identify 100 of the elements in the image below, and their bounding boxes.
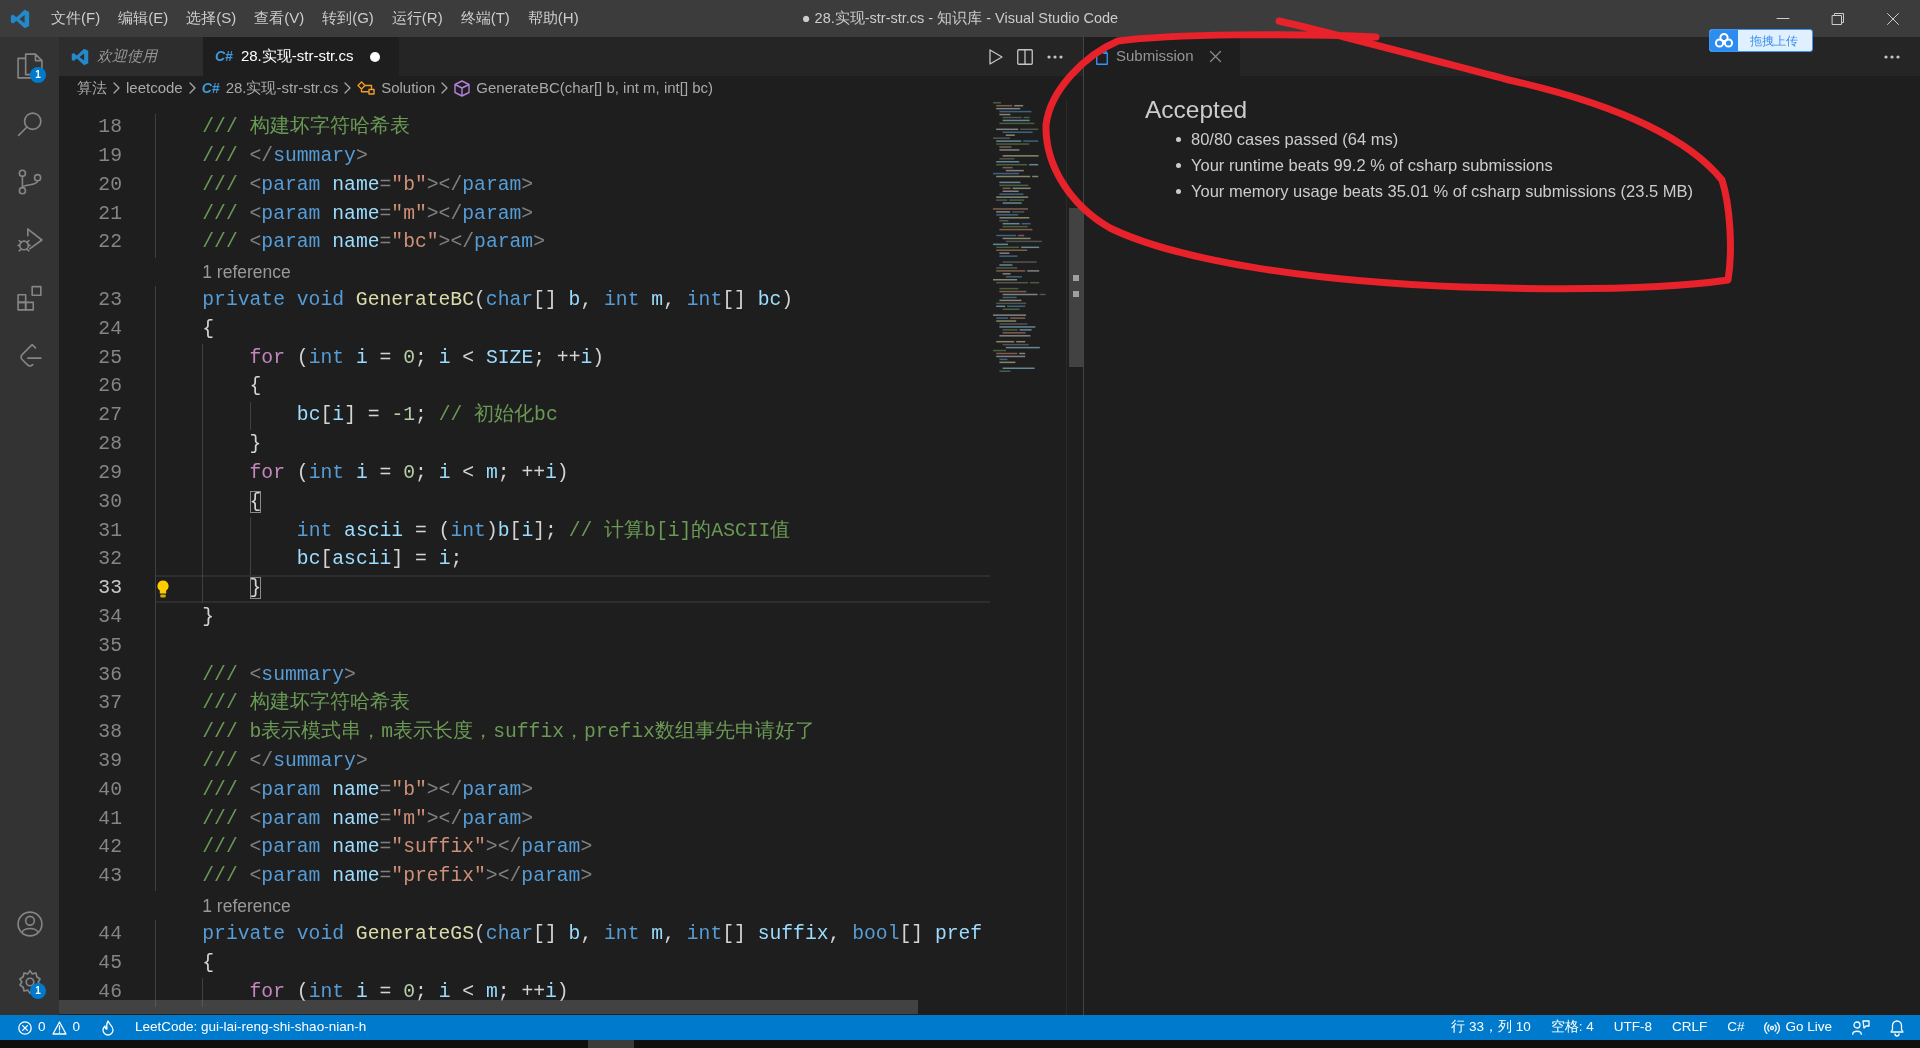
line-number: 31: [98, 518, 122, 544]
line-number: 39: [98, 749, 122, 774]
logo-icon: [71, 47, 89, 66]
csharp-icon: C#: [215, 46, 233, 67]
result-text: Your memory usage beats 35.01 % of csharp submissions (23.5 MB): [1191, 180, 1693, 202]
menu-item[interactable]: 文件(F): [51, 7, 101, 30]
split-editor-icon[interactable]: [1017, 48, 1033, 65]
line-number: 46: [98, 979, 122, 1005]
gear-icon[interactable]: [16, 969, 43, 995]
status-item[interactable]: 空格: 4: [1550, 1017, 1594, 1038]
line-number: 27: [98, 403, 122, 429]
codelens-link[interactable]: 1 reference: [202, 259, 291, 287]
line-number: 38: [98, 720, 122, 746]
code-line: /// </summary>: [202, 749, 368, 774]
line-number: 34: [98, 604, 122, 630]
status-item[interactable]: UTF-8: [1613, 1017, 1652, 1038]
csharp-icon: C#: [201, 77, 220, 99]
line-number: 37: [98, 691, 122, 717]
notification-badge: 1: [30, 67, 46, 83]
result-text: Your runtime beats 99.2 % of csharp submissions: [1191, 155, 1553, 177]
menu-item[interactable]: 运行(R): [391, 7, 443, 30]
line-number: 35: [98, 633, 122, 659]
breadcrumb-item[interactable]: GenerateBC(char[] b, int m, int[] bc): [476, 76, 714, 100]
menu-item[interactable]: 终端(T): [460, 7, 510, 30]
breadcrumb-item[interactable]: leetcode: [126, 76, 183, 100]
menu-item[interactable]: 编辑(E): [118, 7, 169, 30]
bell-icon[interactable]: [1890, 1019, 1904, 1036]
close-icon[interactable]: [1210, 51, 1222, 62]
code-line: /// 构建坏字符哈希表: [202, 690, 410, 717]
line-number: 18: [98, 115, 122, 141]
status-item[interactable]: Go Live: [1785, 1017, 1832, 1038]
class-icon: [357, 81, 376, 95]
status-item[interactable]: LeetCode: gui-lai-reng-shi-shao-nian-h: [135, 1017, 367, 1038]
ruler-mark: [1073, 291, 1079, 297]
status-item[interactable]: 行 33，列 10: [1451, 1017, 1531, 1038]
play-bug-icon[interactable]: [16, 227, 43, 253]
codelens-link[interactable]: 1 reference: [202, 893, 291, 921]
breadcrumb-item[interactable]: Solution: [381, 76, 436, 100]
line-number: 33: [98, 576, 122, 602]
more-icon[interactable]: [1047, 54, 1063, 59]
search-icon[interactable]: [16, 111, 43, 137]
more-icon[interactable]: [1884, 54, 1900, 59]
breadcrumb-item[interactable]: 28.实现-str-str.cs: [225, 76, 339, 100]
play-icon[interactable]: [989, 48, 1003, 65]
breadcrumb-item[interactable]: 算法: [77, 76, 107, 100]
files-icon[interactable]: [16, 53, 43, 79]
line-number: 30: [98, 489, 122, 515]
menu-item[interactable]: 选择(S): [186, 7, 237, 30]
code-line: /// <param name="bc"></param>: [202, 230, 545, 256]
error-icon[interactable]: [18, 1020, 32, 1035]
code-line: int ascii = (int)b[i]; // 计算b[i]的ASCII值: [296, 518, 791, 544]
extensions-icon[interactable]: [16, 285, 43, 311]
scrollbar-thumb[interactable]: [1069, 208, 1083, 367]
line-number: 19: [98, 143, 122, 169]
menu-item[interactable]: 转到(G): [322, 7, 374, 30]
warning-icon[interactable]: [51, 1020, 67, 1035]
line-number: 29: [98, 460, 122, 486]
document-icon: [1096, 48, 1108, 65]
warning-count[interactable]: 0: [72, 1017, 81, 1038]
code-line: }: [202, 604, 215, 630]
menu-item[interactable]: 帮助(H): [527, 7, 579, 30]
code-line: /// <param name="m"></param>: [202, 201, 534, 227]
horizontal-scrollbar-thumb[interactable]: [59, 1000, 918, 1014]
status-item[interactable]: C#: [1727, 1017, 1745, 1038]
editor-tab[interactable]: C# 28.实现-str-str.cs: [203, 37, 400, 76]
restore-icon[interactable]: [1831, 12, 1844, 25]
status-item[interactable]: CRLF: [1671, 1017, 1708, 1038]
branch-icon[interactable]: [16, 169, 43, 195]
code-line: for (int i = 0; i < m; ++i): [249, 979, 569, 1005]
code-line: /// <param name="m"></param>: [202, 806, 534, 832]
code-line: private void GenerateBC(char[] b, int m, int[] bc): [202, 288, 794, 313]
line-number: 26: [98, 374, 122, 400]
cube-icon: [454, 79, 471, 97]
line-number: 25: [98, 345, 122, 371]
window-title: ● 28.实现-str-str.cs - 知识库 - Visual Studio Code: [801, 8, 1119, 28]
line-number: 44: [98, 921, 122, 947]
code-line: /// </summary>: [202, 143, 368, 169]
line-number: 23: [98, 288, 122, 313]
code-line: }: [249, 432, 262, 458]
code-line: /// <param name="b"></param>: [202, 777, 534, 803]
flame-icon[interactable]: [101, 1019, 116, 1036]
result-text: 80/80 cases passed (64 ms): [1191, 129, 1399, 151]
chevron-right-icon: [113, 82, 120, 94]
ruler-mark: [1073, 275, 1079, 281]
person-icon[interactable]: [16, 911, 43, 937]
lightbulb-icon[interactable]: [157, 579, 169, 598]
close-icon[interactable]: [1886, 12, 1899, 25]
line-number: 43: [98, 864, 122, 890]
logo-icon: [10, 8, 30, 29]
line-number: 36: [98, 662, 122, 688]
code-line: /// <param name="b"></param>: [202, 172, 534, 198]
cloud-icon: [1710, 30, 1738, 51]
error-count[interactable]: 0: [38, 1017, 46, 1038]
editor-tab[interactable]: 欢迎使用: [59, 37, 203, 76]
line-number: 20: [98, 172, 122, 198]
code-line: {: [202, 316, 215, 342]
person-speech-icon[interactable]: [1852, 1020, 1870, 1035]
code-line: /// <param name="suffix"></param>: [202, 835, 593, 861]
menu-item[interactable]: 查看(V): [254, 7, 305, 30]
broadcast-icon[interactable]: [1764, 1020, 1781, 1035]
